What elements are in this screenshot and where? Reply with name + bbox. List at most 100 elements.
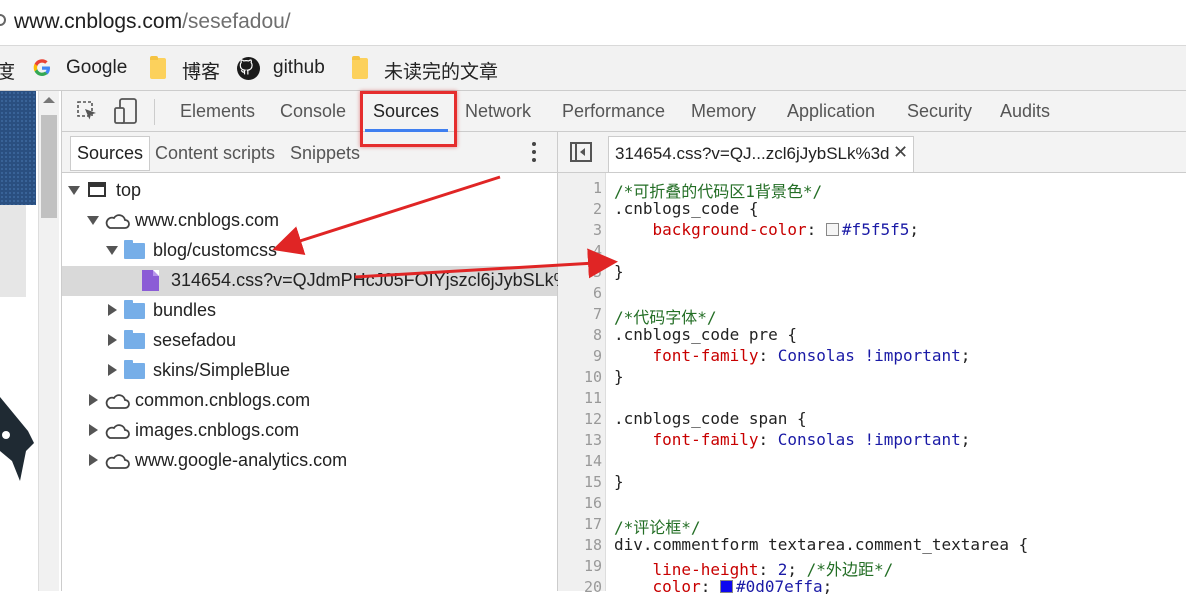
tree-item-images-cnblogs[interactable]: images.cnblogs.com [62, 416, 557, 446]
collapse-arrow-icon[interactable] [108, 334, 117, 346]
tree-item-common-cnblogs[interactable]: common.cnblogs.com [62, 386, 557, 416]
tab-elements[interactable]: Elements [180, 101, 255, 122]
tab-memory[interactable]: Memory [691, 101, 756, 122]
code-area[interactable]: 1 2 3 4 5 6 7 8 9 10 11 12 13 14 15 16 17 18 19 20 /*可折叠的代码… [558, 173, 1186, 596]
code-line[interactable]: } [614, 472, 624, 491]
editor-file-tab[interactable]: 314654.css?v=QJ...zcl6jJybSLk%3d ✕ [608, 136, 914, 172]
code-line[interactable]: .cnblogs_code pre { [614, 325, 797, 344]
line-number[interactable]: 12 [558, 410, 602, 428]
code-line[interactable]: } [614, 367, 624, 386]
line-number[interactable]: 7 [558, 305, 602, 323]
code-line[interactable]: color: #0d07effa; [614, 577, 833, 596]
line-number[interactable]: 15 [558, 473, 602, 491]
inspect-element-icon[interactable] [76, 100, 98, 122]
page-scrollbar[interactable] [38, 91, 59, 591]
tree-label: common.cnblogs.com [135, 390, 311, 410]
code-line[interactable]: font-family: Consolas !important; [614, 430, 971, 449]
bookmark-label: github [273, 57, 325, 78]
line-number[interactable]: 5 [558, 263, 602, 281]
line-number[interactable]: 11 [558, 389, 602, 407]
tab-network[interactable]: Network [465, 101, 531, 122]
tree-label: skins/SimpleBlue [153, 360, 291, 380]
bookmark-baidu[interactable]: 度 [0, 57, 15, 84]
close-icon[interactable]: ✕ [893, 142, 908, 163]
line-number[interactable]: 18 [558, 536, 602, 554]
collapse-arrow-icon[interactable] [89, 454, 98, 466]
line-number[interactable]: 3 [558, 221, 602, 239]
code-line[interactable]: div.commentform textarea.comment_textare… [614, 535, 1028, 554]
nav-tab-snippets[interactable]: Snippets [290, 143, 360, 164]
folder-icon [124, 330, 145, 349]
tree-item-top[interactable]: top [62, 176, 557, 206]
line-number[interactable]: 17 [558, 515, 602, 533]
code-line[interactable]: .cnblogs_code { [614, 199, 759, 218]
line-number[interactable]: 19 [558, 557, 602, 575]
tree-label: sesefadou [153, 330, 237, 350]
url-text[interactable]: www.cnblogs.com/sesefadou/ [14, 10, 291, 34]
scroll-up-arrow-icon[interactable] [43, 97, 55, 103]
expand-arrow-icon[interactable] [68, 186, 80, 195]
tree-item-bundles[interactable]: bundles [62, 296, 557, 326]
line-number[interactable]: 4 [558, 242, 602, 260]
collapse-arrow-icon[interactable] [89, 424, 98, 436]
scrollbar-thumb[interactable] [41, 115, 57, 218]
page-logo-fragment [0, 397, 34, 481]
tree-item-skins-simpleblue[interactable]: skins/SimpleBlue [62, 356, 557, 386]
tab-console[interactable]: Console [280, 101, 346, 122]
tree-item-www-cnblogs[interactable]: www.cnblogs.com [62, 206, 557, 236]
tab-security[interactable]: Security [907, 101, 972, 122]
info-icon[interactable] [0, 14, 6, 26]
bookmark-github[interactable]: github [273, 57, 325, 79]
bookmark-label: Google [66, 57, 128, 78]
folder-icon [124, 360, 145, 379]
line-number[interactable]: 14 [558, 452, 602, 470]
line-number[interactable]: 2 [558, 200, 602, 218]
tab-audits[interactable]: Audits [1000, 101, 1050, 122]
code-line[interactable]: .cnblogs_code span { [614, 409, 807, 428]
line-number[interactable]: 16 [558, 494, 602, 512]
file-tab-label: 314654.css?v=QJ...zcl6jJybSLk%3d [615, 144, 890, 163]
sources-navigator: Sources Content scripts Snippets top www… [62, 132, 590, 591]
expand-arrow-icon[interactable] [106, 246, 118, 255]
line-number[interactable]: 10 [558, 368, 602, 386]
line-number[interactable]: 20 [558, 578, 602, 596]
collapse-arrow-icon[interactable] [108, 304, 117, 316]
line-number[interactable]: 9 [558, 347, 602, 365]
tree-item-css-file[interactable]: 314654.css?v=QJdmPHcJ05FOIYjszcl6jJybSLk… [62, 266, 590, 296]
line-number[interactable]: 13 [558, 431, 602, 449]
tree-label: blog/customcss [153, 240, 278, 260]
sources-tab-annotation-box [360, 91, 457, 147]
bookmark-unread-articles[interactable]: 未读完的文章 [384, 57, 498, 84]
toggle-navigator-icon[interactable] [570, 142, 592, 162]
address-bar[interactable]: www.cnblogs.com/sesefadou/ [0, 0, 1186, 46]
tree-label: www.google-analytics.com [135, 450, 348, 470]
tree-label: images.cnblogs.com [135, 420, 300, 440]
nav-tab-content-scripts[interactable]: Content scripts [155, 143, 275, 164]
expand-arrow-icon[interactable] [87, 216, 99, 225]
device-toolbar-icon[interactable] [114, 98, 138, 124]
tab-application[interactable]: Application [787, 101, 875, 122]
bookmark-blog[interactable]: 博客 [182, 57, 220, 84]
line-number[interactable]: 1 [558, 179, 602, 197]
cloud-icon [105, 424, 130, 439]
line-number[interactable]: 6 [558, 284, 602, 302]
bookmark-label: 度 [0, 62, 16, 83]
code-line[interactable]: background-color: #f5f5f5; [614, 220, 919, 239]
collapse-arrow-icon[interactable] [108, 364, 117, 376]
url-host: www.cnblogs.com [14, 10, 183, 33]
line-number[interactable]: 8 [558, 326, 602, 344]
bookmarks-bar: 度 Google 博客 github 未读完的文章 [0, 46, 1186, 91]
code-line[interactable]: font-family: Consolas !important; [614, 346, 971, 365]
folder-icon [124, 300, 145, 319]
tree-item-sesefadou[interactable]: sesefadou [62, 326, 557, 356]
more-options-icon[interactable] [532, 142, 536, 164]
page-header-image [0, 91, 36, 205]
tree-item-google-analytics[interactable]: www.google-analytics.com [62, 446, 557, 476]
bookmark-google[interactable]: Google [66, 57, 127, 79]
tab-performance[interactable]: Performance [562, 101, 665, 122]
code-line[interactable]: } [614, 262, 624, 281]
folder-icon [150, 56, 166, 79]
nav-tab-sources[interactable]: Sources [70, 136, 151, 171]
tree-item-blog-customcss[interactable]: blog/customcss [62, 236, 557, 266]
collapse-arrow-icon[interactable] [89, 394, 98, 406]
